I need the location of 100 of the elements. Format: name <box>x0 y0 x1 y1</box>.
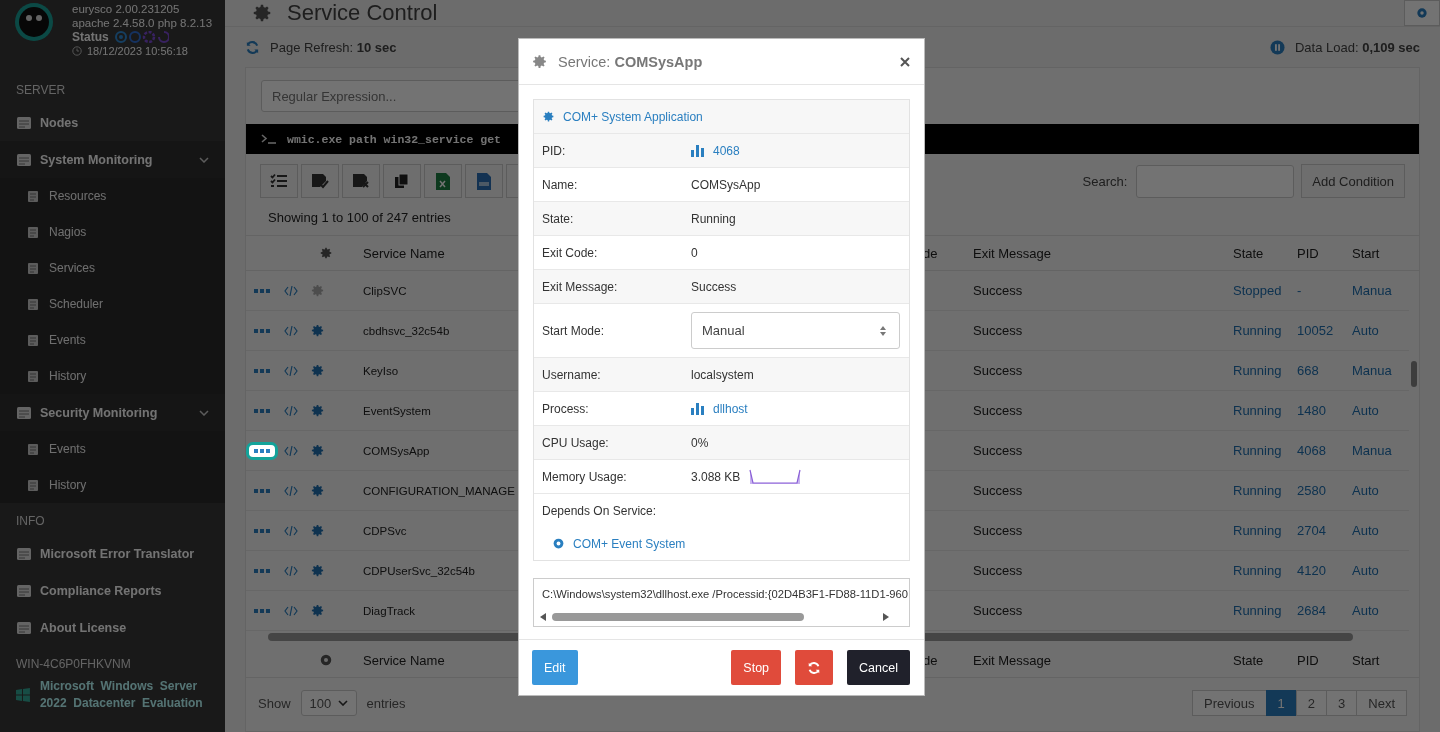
page-button[interactable]: Previous <box>1192 690 1267 716</box>
dependency-link[interactable]: COM+ Event System <box>542 536 686 551</box>
code-icon[interactable] <box>284 324 298 337</box>
start-mode-link[interactable]: Auto <box>1352 403 1379 418</box>
scroll-right-icon[interactable] <box>883 613 889 621</box>
clock-icon <box>72 46 82 56</box>
code-icon[interactable] <box>284 404 298 417</box>
column-header[interactable]: State <box>1233 245 1264 261</box>
csv-export-button[interactable] <box>465 164 503 198</box>
pid-link[interactable]: 4068 <box>1297 443 1326 458</box>
clear-state-button[interactable] <box>342 164 380 198</box>
stop-button[interactable]: Stop <box>731 650 782 685</box>
pid-link[interactable]: 668 <box>1297 363 1319 378</box>
nav-subitem[interactable]: Nagios <box>0 214 225 250</box>
field-value: Running <box>691 211 736 226</box>
pid-link[interactable]: 10052 <box>1297 323 1334 338</box>
section-heading: INFO <box>15 513 46 530</box>
pid-link[interactable]: 4120 <box>1297 563 1326 578</box>
nav-subitem[interactable]: Scheduler <box>0 286 225 322</box>
nav-item[interactable]: System Monitoring <box>0 141 225 178</box>
state-link[interactable]: Running <box>1233 603 1282 618</box>
refresh-button[interactable] <box>795 650 834 685</box>
save-state-button[interactable] <box>301 164 339 198</box>
regex-field[interactable]: Regular Expression... <box>261 80 521 112</box>
nav-item[interactable]: About License <box>0 609 225 646</box>
nav-subitem[interactable]: History <box>0 467 225 503</box>
field-label: Process: <box>542 401 590 416</box>
service-display-link[interactable]: COM+ System Application <box>542 109 703 124</box>
state-link[interactable]: Running <box>1233 403 1282 418</box>
state-link[interactable]: Stopped <box>1233 283 1282 298</box>
settings-button[interactable] <box>1404 0 1440 26</box>
nav-item[interactable]: Microsoft Error Translator <box>0 535 225 572</box>
dots-icon <box>254 528 270 533</box>
column-list-button[interactable] <box>260 164 298 198</box>
dots-icon <box>254 568 270 573</box>
nav-subitem[interactable]: Events <box>0 431 225 467</box>
add-condition-button[interactable]: Add Condition <box>1301 164 1405 198</box>
start-mode-link[interactable]: Auto <box>1352 483 1379 498</box>
dots-icon <box>254 408 270 413</box>
start-mode-link[interactable]: Manua <box>1352 363 1392 378</box>
cancel-button[interactable]: Cancel <box>847 650 910 685</box>
menu-item-icon <box>27 478 39 492</box>
start-mode-link[interactable]: Manua <box>1352 443 1392 458</box>
start-mode-link[interactable]: Auto <box>1352 323 1379 338</box>
code-icon[interactable] <box>284 444 298 457</box>
value-link[interactable]: 4068 <box>713 143 740 158</box>
nav-subitem[interactable]: Resources <box>0 178 225 214</box>
state-link[interactable]: Running <box>1233 323 1282 338</box>
start-mode-link[interactable]: Auto <box>1352 563 1379 578</box>
code-icon[interactable] <box>284 484 298 497</box>
nav-subitem[interactable]: Services <box>0 250 225 286</box>
pid-link[interactable]: 2684 <box>1297 603 1326 618</box>
code-icon[interactable] <box>284 604 298 617</box>
column-header[interactable]: Exit Message <box>973 245 1052 261</box>
page-length-select[interactable]: 100 <box>300 690 357 716</box>
pid-link[interactable]: 2580 <box>1297 483 1326 498</box>
bar-chart-icon <box>691 144 704 157</box>
service-name-cell: COMSysApp <box>363 444 430 457</box>
nav-item[interactable]: Security Monitoring <box>0 394 225 431</box>
nav-subitem[interactable]: History <box>0 358 225 394</box>
copy-button[interactable] <box>383 164 421 198</box>
code-icon[interactable] <box>284 284 298 297</box>
code-icon[interactable] <box>284 564 298 577</box>
field-label: CPU Usage: <box>542 435 610 450</box>
nav-subitem[interactable]: Events <box>0 322 225 358</box>
state-link[interactable]: Running <box>1233 483 1282 498</box>
state-link[interactable]: Running <box>1233 523 1282 538</box>
start-mode-link[interactable]: Manua <box>1352 283 1392 298</box>
field-label: Exit Code: <box>542 245 599 260</box>
pid-link[interactable]: - <box>1297 283 1302 298</box>
code-icon[interactable] <box>284 524 298 537</box>
pid-link[interactable]: 2704 <box>1297 523 1326 538</box>
pid-link[interactable]: 1480 <box>1297 403 1326 418</box>
edit-button[interactable]: Edit <box>532 650 578 685</box>
code-icon[interactable] <box>284 364 298 377</box>
excel-export-button[interactable] <box>424 164 462 198</box>
field-label: Start Mode: <box>542 323 606 338</box>
pause-icon[interactable] <box>1269 39 1285 55</box>
start-mode-link[interactable]: Auto <box>1352 603 1379 618</box>
column-header[interactable]: Service Name <box>363 245 445 261</box>
state-link[interactable]: Running <box>1233 443 1282 458</box>
column-header[interactable]: Start <box>1352 245 1380 261</box>
page-button[interactable]: Next <box>1356 690 1407 716</box>
close-icon[interactable] <box>900 56 910 67</box>
nav-item[interactable]: Nodes <box>0 104 225 141</box>
value-link[interactable]: dllhost <box>713 401 748 416</box>
start-mode-select[interactable]: Manual <box>691 312 900 349</box>
nav-item[interactable]: Compliance Reports <box>0 572 225 609</box>
page-button[interactable]: 3 <box>1326 690 1358 716</box>
state-link[interactable]: Running <box>1233 563 1282 578</box>
state-link[interactable]: Running <box>1233 363 1282 378</box>
page-button[interactable]: 2 <box>1295 690 1328 716</box>
scroll-left-icon[interactable] <box>540 613 546 621</box>
start-mode-link[interactable]: Auto <box>1352 523 1379 538</box>
more-button[interactable] <box>246 441 278 460</box>
service-name-cell: ClipSVC <box>363 284 407 297</box>
service-name-cell: CONFIGURATION_MANAGE <box>363 484 515 497</box>
page-button[interactable]: 1 <box>1265 690 1297 716</box>
refresh-icon[interactable] <box>245 39 260 55</box>
column-header[interactable]: PID <box>1297 245 1319 261</box>
